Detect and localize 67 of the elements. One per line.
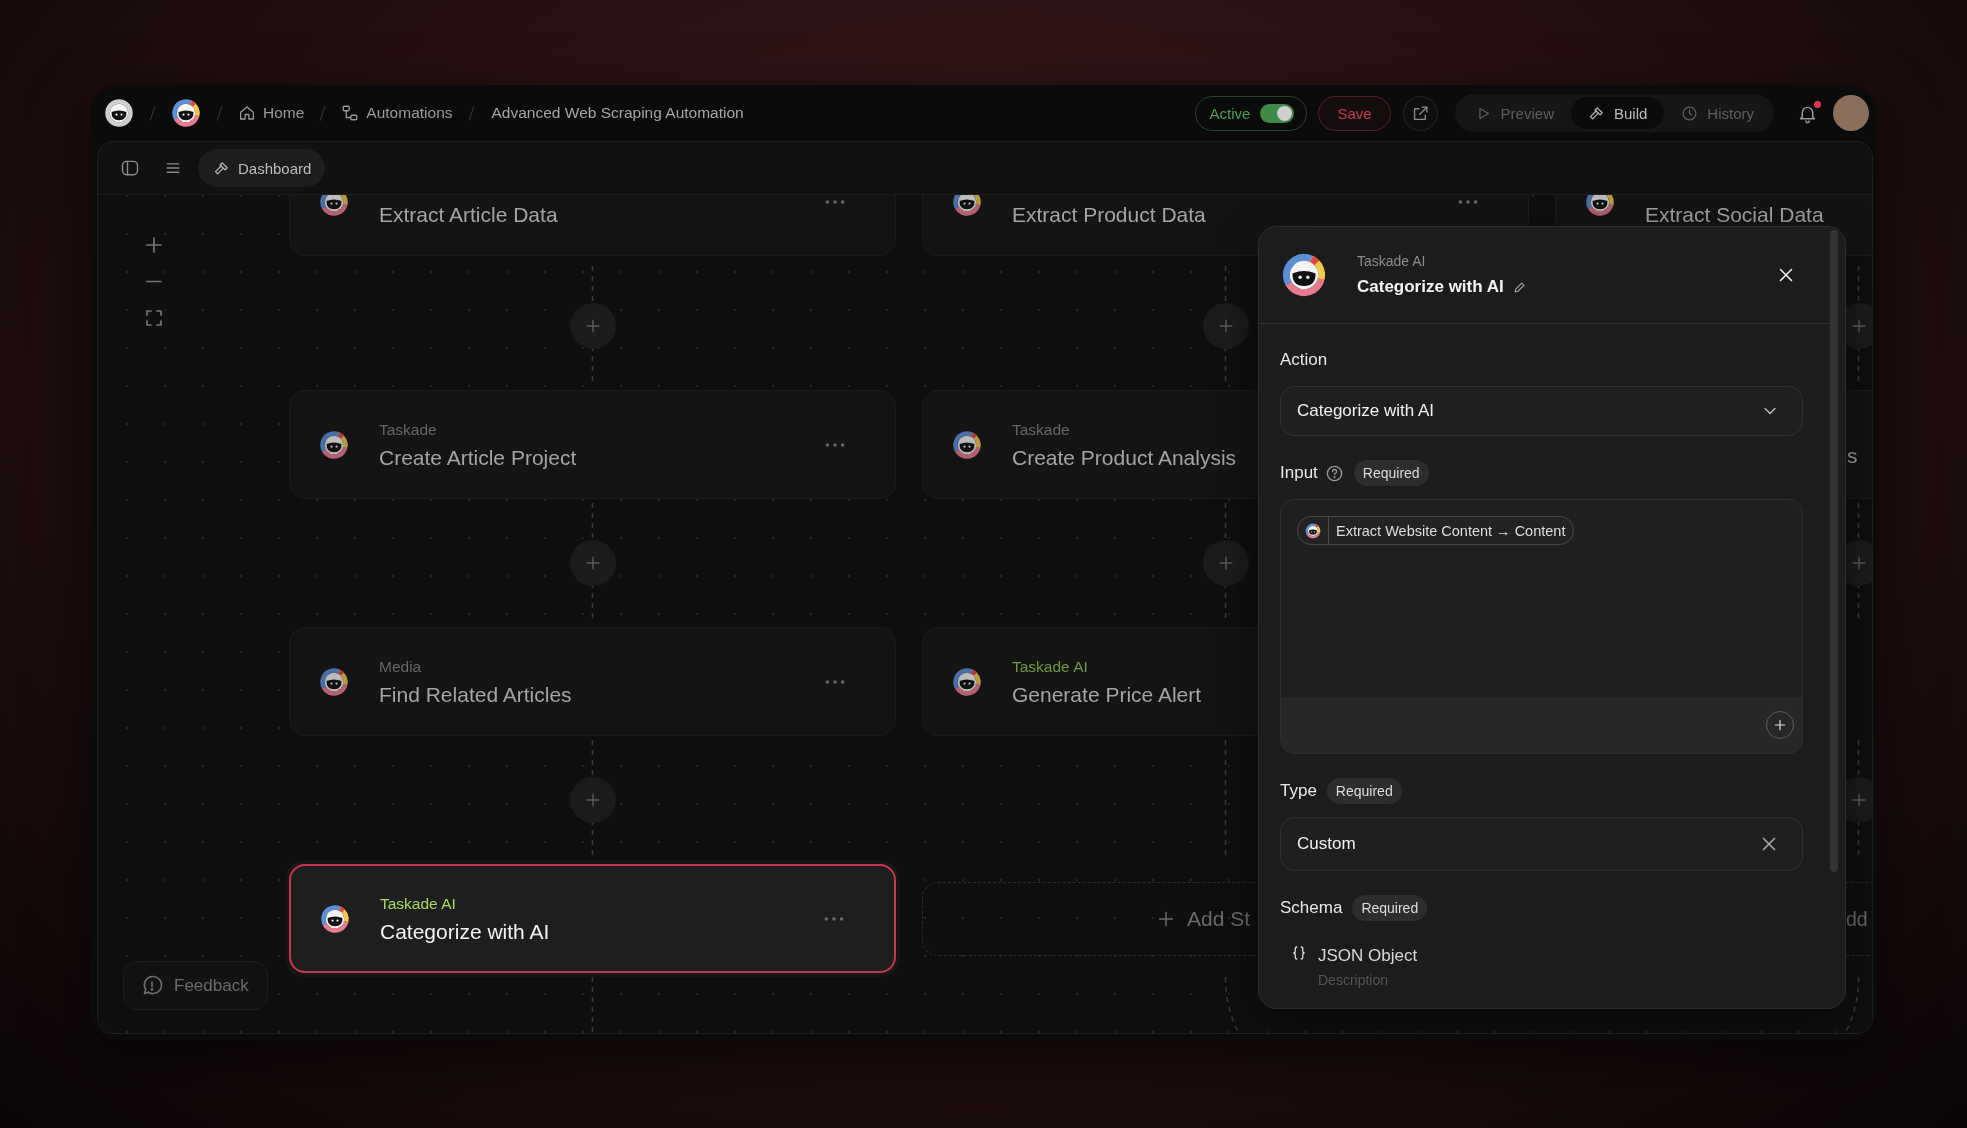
add-step-button[interactable] [1202, 303, 1249, 349]
step-title: Extract Article Data [379, 203, 559, 227]
required-badge: Required [1352, 895, 1428, 921]
variable-chip[interactable]: Extract Website Content → Content [1297, 516, 1575, 545]
mascot-logo-icon [1305, 522, 1321, 539]
step-title: Generate Price Alert [1012, 683, 1203, 707]
mascot-logo-icon [171, 98, 201, 128]
mode-tab[interactable]: Build [1570, 97, 1665, 129]
clock-icon [1681, 104, 1699, 122]
description-field[interactable]: Description [1318, 970, 1518, 990]
mascot-logo-icon [104, 98, 134, 128]
provider-label: Media [379, 658, 423, 678]
scrollbar[interactable] [1830, 230, 1838, 872]
avatar[interactable] [1833, 95, 1869, 131]
type-field[interactable]: Custom [1280, 817, 1803, 871]
action-dropdown[interactable]: Categorize with AI [1280, 386, 1803, 436]
page-title: Advanced Web Scraping Automation [491, 104, 744, 122]
step-title: Extract Product Data [1012, 203, 1207, 227]
mascot-logo-icon [1281, 252, 1327, 298]
mascot-logo-icon [952, 666, 982, 697]
step-title: s [1847, 443, 1858, 468]
step-title: Find Related Articles [379, 683, 573, 707]
sidebar-toggle-button[interactable] [120, 158, 140, 178]
provider-label: Taskade [1012, 421, 1071, 441]
provider-label: Taskade AI [1357, 253, 1427, 269]
mascot-logo-icon [320, 903, 350, 934]
provider-label: Taskade AI [1012, 658, 1089, 678]
provider-label: Taskade AI [380, 895, 457, 915]
save-button[interactable]: Save [1318, 95, 1391, 131]
breadcrumb-link[interactable]: Home [238, 104, 305, 122]
step-title: Create Product Analysis [1012, 446, 1238, 470]
required-badge: Required [1326, 778, 1402, 804]
share-button[interactable] [1402, 95, 1438, 131]
step-card[interactable]: Extract Article Data [289, 195, 896, 256]
breadcrumb-link[interactable]: Automations [341, 104, 453, 122]
field-label: Schema [1280, 898, 1343, 918]
mascot-logo-icon [319, 666, 349, 697]
notifications-button[interactable] [1797, 102, 1818, 124]
input-field[interactable]: Extract Website Content → Content [1280, 499, 1803, 754]
step-title: Create Article Project [379, 446, 578, 470]
flowchart-icon [341, 104, 360, 122]
required-badge: Required [1353, 460, 1429, 486]
hammer-icon [213, 159, 230, 177]
house-icon [238, 104, 256, 122]
feedback-button[interactable]: Feedback [123, 961, 268, 1010]
field-label: Action [1280, 350, 1328, 370]
mascot-logo-icon [319, 429, 349, 460]
braces-icon [1290, 944, 1308, 962]
field-label: Type [1280, 781, 1317, 801]
add-step-button[interactable] [569, 303, 616, 349]
connector-line [591, 976, 594, 1033]
step-title: Categorize with AI [1357, 277, 1504, 297]
provider-label: Taskade [379, 421, 438, 441]
help-icon[interactable] [1324, 463, 1344, 483]
add-step-button[interactable] [569, 540, 616, 586]
dashboard-tab[interactable]: Dashboard [198, 149, 326, 187]
sidebar-icon [120, 158, 140, 178]
mascot-logo-icon [952, 429, 982, 460]
step-title: Extract Social Data [1645, 203, 1825, 227]
plus-icon [1772, 717, 1788, 733]
step-card[interactable]: Taskade Create Article Project [289, 390, 896, 499]
step-card[interactable]: Media Find Related Articles [289, 627, 896, 736]
add-step-button[interactable] [569, 777, 616, 823]
hammer-icon [1587, 104, 1605, 122]
step-title: Categorize with AI [380, 920, 551, 944]
add-step-button[interactable] [1202, 540, 1249, 586]
field-label: Input [1280, 463, 1318, 483]
